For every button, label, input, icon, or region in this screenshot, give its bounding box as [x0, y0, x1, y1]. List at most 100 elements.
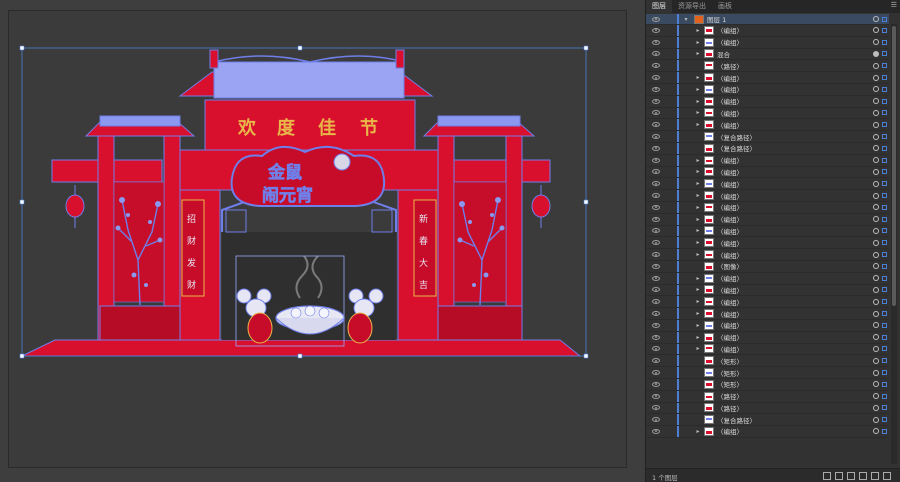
layer-row[interactable]: ▸ 〈编组〉	[646, 72, 889, 84]
selection-indicator[interactable]	[882, 240, 887, 246]
eye-icon[interactable]	[652, 51, 660, 57]
eye-icon[interactable]	[652, 204, 660, 210]
selection-indicator[interactable]	[882, 216, 887, 222]
target-circle-icon[interactable]	[873, 275, 879, 282]
target-circle-icon[interactable]	[873, 50, 879, 57]
lock-toggle[interactable]	[664, 155, 674, 166]
selection-indicator[interactable]	[882, 287, 887, 293]
target-circle-icon[interactable]	[873, 180, 879, 187]
target-circle-icon[interactable]	[873, 98, 879, 105]
layer-name[interactable]: 〈编组〉	[717, 226, 743, 236]
selection-indicator[interactable]	[882, 393, 887, 399]
layer-name[interactable]: 〈编组〉	[717, 155, 743, 165]
lock-toggle[interactable]	[664, 414, 674, 425]
layer-row[interactable]: ▸ 〈编组〉	[646, 272, 889, 285]
eye-icon[interactable]	[652, 75, 660, 81]
eye-icon[interactable]	[652, 63, 660, 69]
lock-toggle[interactable]	[664, 25, 674, 36]
layer-name[interactable]: 〈复合路径〉	[717, 132, 756, 142]
chevron-right-icon[interactable]: ▸	[694, 168, 702, 175]
selection-indicator[interactable]	[882, 145, 887, 151]
chevron-right-icon[interactable]: ▸	[694, 74, 702, 81]
layer-name[interactable]: 〈编组〉	[717, 332, 743, 342]
eye-icon[interactable]	[652, 169, 660, 175]
eye-icon[interactable]	[652, 86, 660, 92]
target-circle-icon[interactable]	[873, 369, 879, 376]
layer-name[interactable]: 〈编组〉	[717, 191, 743, 201]
lock-toggle[interactable]	[664, 48, 674, 59]
selection-indicator[interactable]	[882, 16, 887, 22]
lock-toggle[interactable]	[664, 119, 674, 130]
chevron-right-icon[interactable]: ▸	[694, 192, 702, 199]
layer-row[interactable]: 〈路径〉	[646, 402, 889, 415]
target-circle-icon[interactable]	[873, 204, 879, 211]
layer-row[interactable]: ▸ 〈编组〉	[646, 166, 889, 179]
eye-icon[interactable]	[652, 263, 660, 269]
lock-toggle[interactable]	[664, 131, 674, 142]
lock-toggle[interactable]	[664, 355, 674, 366]
selection-indicator[interactable]	[882, 110, 887, 116]
eye-icon[interactable]	[652, 16, 660, 22]
target-circle-icon[interactable]	[873, 251, 879, 258]
layer-name[interactable]: 图层 1	[707, 14, 726, 24]
selection-indicator[interactable]	[882, 381, 887, 387]
chevron-right-icon[interactable]: ▸	[694, 298, 702, 305]
chevron-right-icon[interactable]: ▸	[694, 86, 702, 93]
layer-name[interactable]: 〈矩形〉	[717, 379, 743, 389]
lock-toggle[interactable]	[664, 249, 674, 260]
target-circle-icon[interactable]	[873, 86, 879, 93]
chevron-right-icon[interactable]: ▸	[694, 345, 702, 352]
trash-icon[interactable]	[883, 472, 891, 480]
layer-row[interactable]: 〈路径〉	[646, 60, 889, 73]
selection-indicator[interactable]	[882, 169, 887, 175]
lock-toggle[interactable]	[664, 96, 674, 107]
eye-icon[interactable]	[652, 393, 660, 399]
layer-row[interactable]: ▸ 〈编组〉	[646, 225, 889, 238]
layer-row[interactable]: ▸ 〈编组〉	[646, 178, 889, 191]
new-sublayer-icon[interactable]	[859, 472, 867, 480]
layer-name[interactable]: 〈路径〉	[717, 391, 743, 401]
selection-indicator[interactable]	[882, 181, 887, 187]
eye-icon[interactable]	[652, 181, 660, 187]
selection-indicator[interactable]	[882, 39, 887, 45]
selection-indicator[interactable]	[882, 51, 887, 57]
layer-name[interactable]: 〈编组〉	[717, 96, 743, 106]
layer-row[interactable]: 〈路径〉	[646, 390, 889, 403]
layer-name[interactable]: 〈图像〉	[717, 261, 743, 271]
layer-row[interactable]: ▸ 〈编组〉	[646, 95, 889, 108]
target-circle-icon[interactable]	[873, 239, 879, 246]
selection-indicator[interactable]	[882, 275, 887, 281]
target-circle-icon[interactable]	[873, 416, 879, 423]
layer-row[interactable]: ▸ 〈编组〉	[646, 154, 889, 167]
chevron-right-icon[interactable]: ▸	[694, 216, 702, 223]
lock-toggle[interactable]	[664, 367, 674, 378]
selection-indicator[interactable]	[882, 370, 887, 375]
selection-indicator[interactable]	[882, 86, 887, 92]
eye-icon[interactable]	[652, 299, 660, 305]
layer-row[interactable]: ▸ 〈编组〉	[646, 308, 889, 320]
layer-name[interactable]: 〈编组〉	[717, 179, 743, 189]
selection-indicator[interactable]	[882, 263, 887, 269]
layer-name[interactable]: 〈编组〉	[717, 285, 743, 295]
eye-icon[interactable]	[652, 39, 660, 45]
eye-icon[interactable]	[652, 157, 660, 163]
layer-name[interactable]: 〈编组〉	[717, 108, 743, 118]
layer-row[interactable]: ▸ 〈编组〉	[646, 296, 889, 309]
target-circle-icon[interactable]	[873, 310, 879, 317]
layer-list[interactable]: ▾ 图层 1 ▸ 〈编组〉 ▸ 〈编组〉 ▸ 混合 〈路径〉 ▸ 〈编组〉 ▸ 〈编组〉 ▸ 〈编组〉 ▸…	[646, 14, 889, 466]
selection-indicator[interactable]	[882, 334, 887, 340]
target-circle-icon[interactable]	[873, 404, 879, 411]
layer-name[interactable]: 〈复合路径〉	[717, 415, 756, 425]
layer-name[interactable]: 〈编组〉	[717, 320, 743, 330]
selection-indicator[interactable]	[882, 428, 887, 434]
new-layer-icon[interactable]	[871, 472, 879, 480]
lock-toggle[interactable]	[664, 261, 674, 272]
selection-indicator[interactable]	[882, 134, 887, 140]
eye-icon[interactable]	[652, 228, 660, 234]
layer-row[interactable]: ▸ 〈编组〉	[646, 190, 889, 202]
layer-row[interactable]: ▸ 混合	[646, 48, 889, 61]
layer-row[interactable]: ▸ 〈编组〉	[646, 36, 889, 49]
eye-icon[interactable]	[652, 122, 660, 128]
layer-row[interactable]: 〈矩形〉	[646, 367, 889, 379]
layer-name[interactable]: 〈编组〉	[717, 297, 743, 307]
